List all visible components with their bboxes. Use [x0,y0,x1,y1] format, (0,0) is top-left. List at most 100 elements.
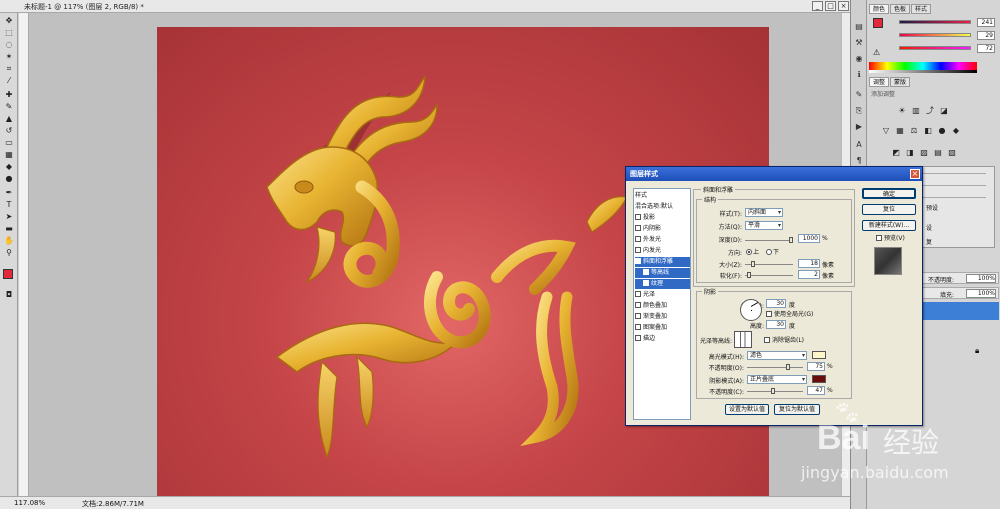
preview-checkbox[interactable]: 预览(V) [876,233,905,242]
direction-down-radio[interactable]: 下 [766,247,779,256]
para-panel-icon[interactable]: ¶ [854,156,864,166]
altitude-input[interactable]: 30 [766,320,786,329]
blue-value[interactable]: 72 [977,44,995,53]
foreground-color-swatch[interactable] [3,269,13,279]
highlight-opacity-slider[interactable] [747,364,803,370]
hue-sat-icon[interactable]: ▦ [895,126,905,136]
type-tool-icon[interactable]: T [3,199,15,210]
layers-opacity-value[interactable]: 100% [966,274,996,283]
radio-up-dot[interactable] [746,249,752,255]
minimize-button[interactable]: _ [812,1,823,11]
blur-tool-icon[interactable]: ◆ [3,161,15,172]
shadow-opacity-input[interactable]: 47 [807,386,825,395]
char-panel-icon[interactable]: A [854,140,864,150]
style-list-item[interactable]: 外发光 [635,235,690,245]
preset-label-b[interactable]: 设 [926,223,932,232]
brush-tool-icon[interactable]: ✎ [3,101,15,112]
depth-slider[interactable] [745,237,793,243]
vibrance-icon[interactable]: ▽ [881,126,891,136]
preset-label-c[interactable]: 复 [926,237,932,246]
style-list-item[interactable]: 等高线 [635,268,690,278]
levels-icon[interactable]: ▥ [911,106,921,116]
style-list-item[interactable]: 纹理 [635,279,690,289]
depth-slider-thumb[interactable] [789,237,793,243]
size-slider[interactable] [745,261,793,267]
dialog-close-button[interactable]: × [910,169,920,179]
style-item-checkbox[interactable] [635,291,641,297]
move-tool-icon[interactable]: ✥ [3,15,15,26]
style-list-item[interactable]: 斜面和浮雕 [635,257,690,267]
history-brush-tool-icon[interactable]: ↺ [3,125,15,136]
gamut-warning-icon[interactable]: ⚠ [873,48,880,57]
style-item-checkbox[interactable] [635,258,641,264]
style-item-checkbox[interactable] [635,236,641,242]
blue-slider[interactable] [899,46,971,50]
color-balance-icon[interactable]: ⚖ [909,126,919,136]
shadow-opacity-slider[interactable] [747,388,803,394]
dodge-tool-icon[interactable]: ● [3,173,15,184]
curves-icon[interactable]: ⤴ [925,106,935,116]
eyedropper-tool-icon[interactable]: ⁄ [3,75,15,86]
magic-wand-tool-icon[interactable]: ✶ [3,51,15,62]
crop-tool-icon[interactable]: ⌗ [3,63,15,74]
highlight-opacity-thumb[interactable] [786,364,790,370]
style-item-checkbox[interactable] [635,324,641,330]
style-item-checkbox[interactable] [643,280,649,286]
style-list-item[interactable]: 渐变叠加 [635,312,690,322]
antialias-check[interactable] [764,337,770,343]
make-default-button[interactable]: 设置为默认值 [725,404,769,415]
grayscale-ramp[interactable] [869,70,977,73]
clone-panel-icon[interactable]: ⎘ [854,106,864,116]
zoom-level[interactable]: 117.08% [14,499,45,507]
posterize-icon[interactable]: ◨ [905,148,915,158]
preset-label-a[interactable]: 预设 [926,203,938,212]
style-list-item[interactable]: 光泽 [635,290,690,300]
gradient-map-icon[interactable]: ▤ [933,148,943,158]
style-list-item[interactable]: 颜色叠加 [635,301,690,311]
nav-panel-icon[interactable]: ◉ [854,54,864,64]
invert-icon[interactable]: ◩ [891,148,901,158]
antialias-checkbox[interactable]: 消除锯齿(L) [764,335,804,344]
tab-masks[interactable]: 蒙版 [890,77,911,87]
tab-swatches[interactable]: 色板 [890,4,911,14]
size-input[interactable]: 18 [798,259,820,268]
highlight-color-swatch[interactable] [812,351,826,359]
pen-tool-icon[interactable]: ✒ [3,187,15,198]
new-style-button[interactable]: 新建样式(W)... [862,220,916,231]
maximize-button[interactable]: □ [825,1,836,11]
red-slider[interactable] [899,20,971,24]
size-slider-thumb[interactable] [751,261,755,267]
mixer-icon[interactable]: ◆ [951,126,961,136]
style-item-checkbox[interactable] [635,247,641,253]
red-value[interactable]: 241 [977,18,995,27]
bw-icon[interactable]: ◧ [923,126,933,136]
shadow-mode-select[interactable]: 正片叠底 [747,375,807,384]
style-list-item[interactable]: 投影 [635,213,690,223]
style-item-checkbox[interactable] [643,269,649,275]
threshold-icon[interactable]: ▨ [919,148,929,158]
style-list-item[interactable]: 样式 [635,191,690,201]
actions-panel-icon[interactable]: ▶ [854,122,864,132]
close-doc-button[interactable]: × [838,1,849,11]
style-item-checkbox[interactable] [635,313,641,319]
tools-panel-icon[interactable]: ⚒ [854,38,864,48]
brush-panel-icon[interactable]: ✎ [854,90,864,100]
global-light-check[interactable] [766,311,772,317]
direction-up-radio[interactable]: 上 [746,247,759,256]
eraser-tool-icon[interactable]: ▭ [3,137,15,148]
history-panel-icon[interactable]: ▤ [854,22,864,32]
soften-slider[interactable] [745,272,793,278]
highlight-opacity-input[interactable]: 75 [807,362,825,371]
style-list-item[interactable]: 内发光 [635,246,690,256]
global-light-checkbox[interactable]: 使用全局光(G) [766,309,813,318]
cancel-button[interactable]: 复位 [862,204,916,215]
brightness-icon[interactable]: ☀ [897,106,907,116]
panel-fg-color[interactable] [873,18,883,28]
tab-styles[interactable]: 样式 [911,4,932,14]
healing-brush-tool-icon[interactable]: ✚ [3,89,15,100]
shape-tool-icon[interactable]: ▬ [3,223,15,234]
soften-slider-thumb[interactable] [747,272,751,278]
style-list-item[interactable]: 内阴影 [635,224,690,234]
highlight-mode-select[interactable]: 滤色 [747,351,807,360]
photo-filter-icon[interactable]: ● [937,126,947,136]
